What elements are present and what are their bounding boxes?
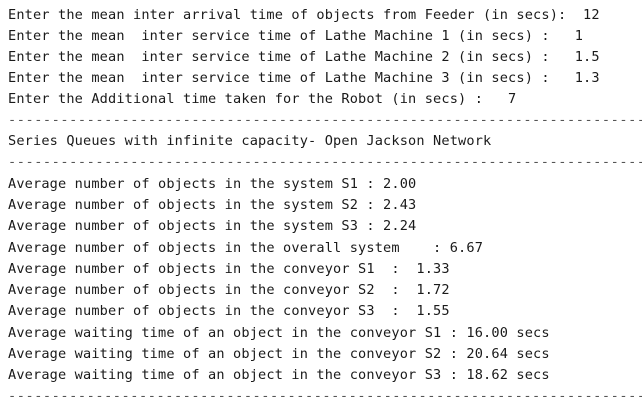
result-line-conveyor-s2: Average number of objects in the conveyo… <box>8 282 450 298</box>
input-line-lathe-2-service: Enter the mean inter service time of Lat… <box>8 49 600 65</box>
separator-line: ----------------------------------------… <box>8 112 642 128</box>
result-line-system-s3: Average number of objects in the system … <box>8 218 417 234</box>
separator-line: ----------------------------------------… <box>8 388 642 404</box>
section-heading: Series Queues with infinite capacity- Op… <box>8 133 492 149</box>
input-line-lathe-3-service: Enter the mean inter service time of Lat… <box>8 70 600 86</box>
input-line-feeder-arrival: Enter the mean inter arrival time of obj… <box>8 7 600 23</box>
result-line-conveyor-s3: Average number of objects in the conveyo… <box>8 303 450 319</box>
result-line-waiting-time-s2: Average waiting time of an object in the… <box>8 346 550 362</box>
result-line-waiting-time-s3: Average waiting time of an object in the… <box>8 367 550 383</box>
result-line-system-s2: Average number of objects in the system … <box>8 197 417 213</box>
input-line-lathe-1-service: Enter the mean inter service time of Lat… <box>8 28 584 44</box>
result-line-system-s1: Average number of objects in the system … <box>8 176 417 192</box>
console-output: Enter the mean inter arrival time of obj… <box>0 0 642 417</box>
separator-line: ----------------------------------------… <box>8 154 642 170</box>
result-line-waiting-time-s1: Average waiting time of an object in the… <box>8 325 550 341</box>
result-line-overall-system: Average number of objects in the overall… <box>8 240 484 256</box>
input-line-robot-time: Enter the Additional time taken for the … <box>8 91 517 107</box>
result-line-conveyor-s1: Average number of objects in the conveyo… <box>8 261 450 277</box>
